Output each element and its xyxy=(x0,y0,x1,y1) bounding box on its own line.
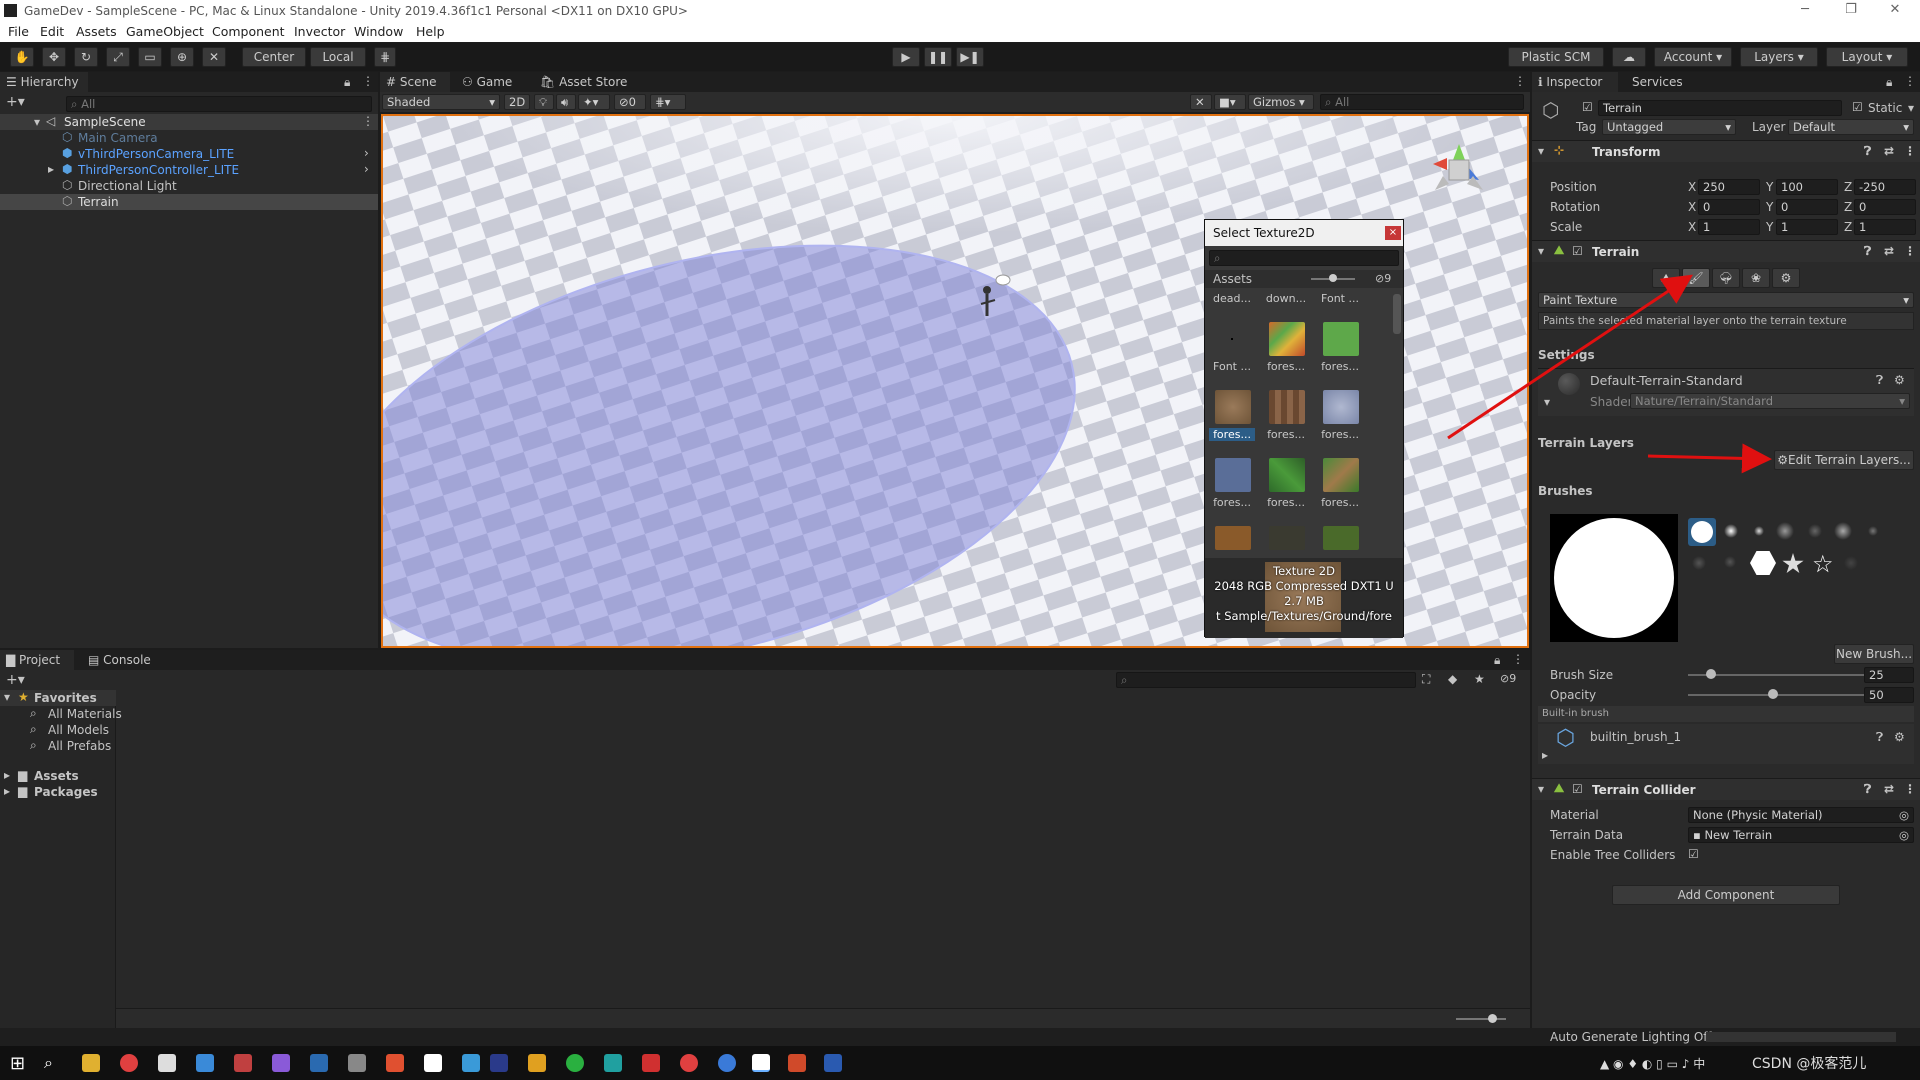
unity-hub-icon[interactable] xyxy=(424,1054,442,1072)
app-icon[interactable] xyxy=(386,1054,404,1072)
app-icon[interactable] xyxy=(462,1054,480,1072)
app-icon[interactable] xyxy=(158,1054,176,1072)
wechat-icon[interactable] xyxy=(566,1054,584,1072)
app-icon[interactable] xyxy=(642,1054,660,1072)
app-icon[interactable] xyxy=(310,1054,328,1072)
app-icon[interactable] xyxy=(604,1054,622,1072)
arrow-to-paint-tool xyxy=(1447,274,1693,440)
watermark-text: CSDN @极客范儿 xyxy=(1752,1056,1867,1072)
file-explorer-icon[interactable] xyxy=(82,1054,100,1072)
app-icon[interactable] xyxy=(680,1054,698,1072)
app-icon[interactable] xyxy=(718,1054,736,1072)
photoshop-icon[interactable] xyxy=(490,1054,508,1072)
app-icon[interactable] xyxy=(234,1054,252,1072)
app-icon[interactable] xyxy=(348,1054,366,1072)
unity-icon[interactable] xyxy=(752,1054,770,1072)
search-icon[interactable]: ⌕ xyxy=(44,1053,53,1073)
telegram-icon[interactable] xyxy=(196,1054,214,1072)
windows-start-icon[interactable]: ⊞ xyxy=(10,1053,25,1074)
annotation-arrows xyxy=(1447,274,1772,474)
tray-icons[interactable]: ▲ ◉ ♦ ◐ ▯ ▭ ♪ 中 xyxy=(1600,1055,1705,1072)
qq-icon[interactable] xyxy=(528,1054,546,1072)
chrome-icon[interactable] xyxy=(120,1054,138,1072)
arrow-to-edit-layers xyxy=(1647,443,1772,474)
word-icon[interactable] xyxy=(824,1054,842,1072)
windows-taskbar: ⊞ ⌕ ▲ ◉ ♦ ◐ ▯ ▭ ♪ 中 CSDN @极客范儿 xyxy=(0,1046,1920,1080)
powerpoint-icon[interactable] xyxy=(788,1054,806,1072)
visual-studio-icon[interactable] xyxy=(272,1054,290,1072)
